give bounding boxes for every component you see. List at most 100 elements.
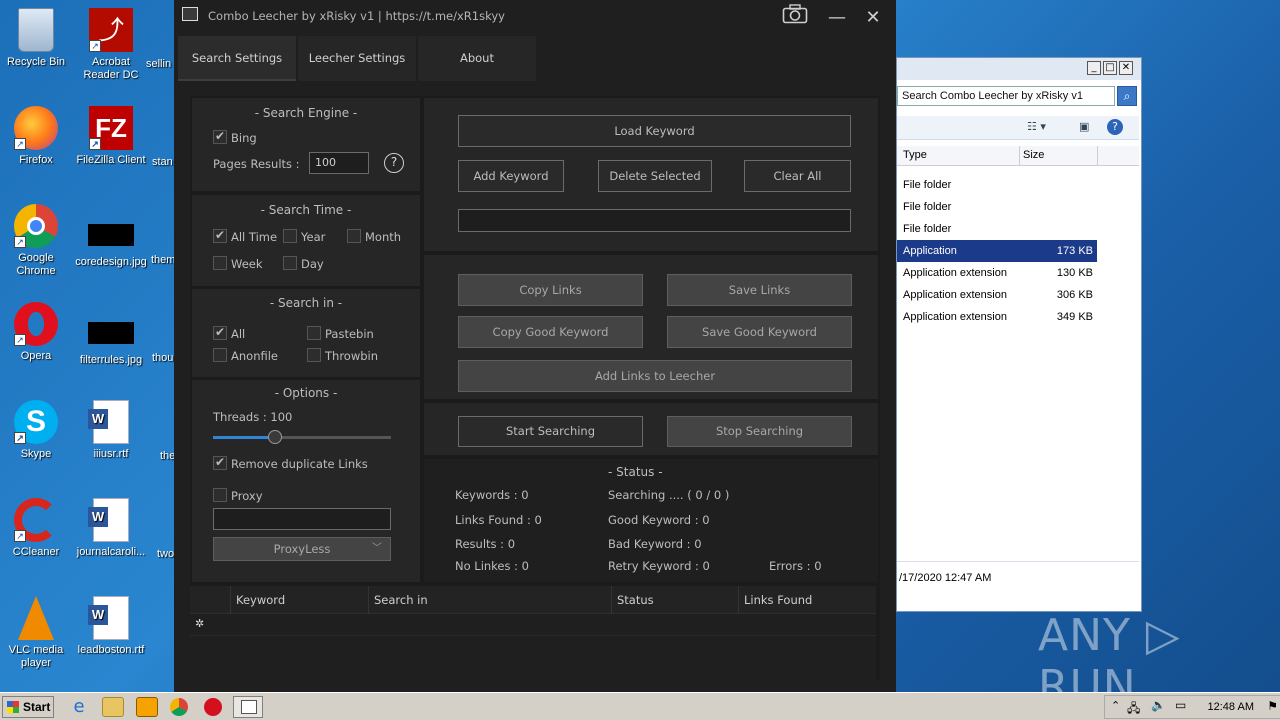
search-icon[interactable]: ⌕	[1117, 86, 1137, 106]
desktop-icon-label: Opera	[20, 350, 52, 362]
threads-slider[interactable]	[213, 430, 391, 446]
pastebin-checkbox[interactable]	[307, 326, 321, 340]
screenshot-camera-icon[interactable]	[780, 4, 810, 32]
minimize-button[interactable]: _	[1087, 61, 1101, 75]
remove-duplicate-checkbox[interactable]	[213, 455, 227, 470]
anonfile-checkbox[interactable]	[213, 348, 227, 362]
list-item[interactable]: File folder	[897, 174, 1097, 196]
combo-leecher-window[interactable]: Combo Leecher by xRisky v1 | https://t.m…	[174, 0, 896, 692]
desktop-icon-vlc[interactable]: VLC media player	[0, 596, 74, 670]
close-icon[interactable]: ✕	[858, 4, 888, 32]
desktop-icon-journalcaroli[interactable]: journalcaroli...	[73, 498, 149, 559]
proxy-type-dropdown[interactable]: ProxyLess ﹀	[213, 537, 391, 561]
keyword-input[interactable]	[458, 209, 851, 232]
opera-taskbar-icon[interactable]	[204, 698, 222, 716]
start-searching-button[interactable]: Start Searching	[458, 416, 643, 447]
threads-label: Threads : 100	[213, 410, 293, 424]
week-label: Week	[231, 257, 263, 271]
slider-fill	[213, 436, 276, 439]
desktop-icon-skype[interactable]: S ↗ Skype	[0, 400, 74, 461]
desktop-icon-label: Recycle Bin	[6, 56, 66, 68]
column-size[interactable]: Size	[1023, 149, 1044, 161]
desktop-icon-filezilla[interactable]: FZ ↗ FileZilla Client	[73, 106, 149, 167]
desktop-icon-recycle-bin[interactable]: Recycle Bin	[0, 8, 74, 69]
list-item-selected[interactable]: Application 173 KB	[897, 240, 1097, 262]
maximize-button[interactable]: □	[1103, 61, 1117, 75]
search-input[interactable]: Search Combo Leecher by xRisky v1	[897, 86, 1115, 106]
copy-links-button[interactable]: Copy Links	[458, 274, 643, 306]
proxy-checkbox[interactable]	[213, 488, 227, 502]
copy-good-keyword-button[interactable]: Copy Good Keyword	[458, 316, 643, 348]
search-engine-panel: - Search Engine - Bing Pages Results : 1…	[192, 98, 420, 191]
desktop-icon-leadboston[interactable]: leadboston.rtf	[73, 596, 149, 657]
chrome-taskbar-icon[interactable]	[170, 698, 188, 716]
column-header-links-found[interactable]: Links Found	[738, 586, 876, 614]
keyword-panel: Load Keyword Add Keyword Delete Selected…	[424, 98, 878, 251]
desktop-icon-label: FileZilla Client	[76, 154, 146, 166]
save-good-keyword-button[interactable]: Save Good Keyword	[667, 316, 852, 348]
column-header-search-in[interactable]: Search in	[368, 586, 611, 614]
throwbin-checkbox[interactable]	[307, 348, 321, 362]
start-button[interactable]: Start	[2, 696, 54, 718]
desktop-icon-opera[interactable]: ↗ Opera	[0, 302, 74, 363]
add-links-to-leecher-button[interactable]: Add Links to Leecher	[458, 360, 852, 392]
desktop-icon-acrobat[interactable]: ⤴ ↗ Acrobat Reader DC	[73, 8, 149, 82]
list-item[interactable]: Application extension 306 KB	[897, 284, 1097, 306]
results-table[interactable]: Keyword Search in Status Links Found ✲	[190, 586, 876, 680]
all-time-checkbox[interactable]	[213, 228, 227, 243]
column-type[interactable]: Type	[903, 149, 927, 161]
combo-leecher-taskbar-button[interactable]	[233, 696, 263, 718]
volume-icon[interactable]: 🔈	[1151, 698, 1166, 712]
desktop-icon-iiiusr[interactable]: iiiusr.rtf	[73, 400, 149, 461]
delete-selected-button[interactable]: Delete Selected	[598, 160, 712, 192]
tab-search-settings[interactable]: Search Settings	[178, 36, 296, 81]
desktop-icon-chrome[interactable]: ↗ Google Chrome	[0, 204, 74, 278]
clear-all-button[interactable]: Clear All	[744, 160, 851, 192]
bing-checkbox[interactable]	[213, 129, 227, 144]
month-label: Month	[365, 230, 402, 244]
minimize-icon[interactable]: —	[822, 4, 852, 32]
results-count: Results : 0	[455, 537, 516, 551]
stop-searching-button[interactable]: Stop Searching	[667, 416, 852, 447]
table-new-row[interactable]: ✲	[190, 614, 876, 636]
explorer-window[interactable]: _ □ ✕ Search Combo Leecher by xRisky v1 …	[896, 57, 1142, 612]
column-header-status[interactable]: Status	[611, 586, 738, 614]
file-explorer-icon[interactable]	[102, 697, 124, 717]
battery-icon[interactable]: ▭	[1175, 698, 1186, 712]
links-panel: Copy Links Save Links Copy Good Keyword …	[424, 255, 878, 399]
desktop-icon-label: filterrules.jpg	[79, 354, 143, 366]
list-item[interactable]: File folder	[897, 196, 1097, 218]
add-keyword-button[interactable]: Add Keyword	[458, 160, 564, 192]
tab-about[interactable]: About	[418, 36, 536, 81]
help-icon[interactable]: ?	[1107, 119, 1123, 135]
year-checkbox[interactable]	[283, 229, 297, 243]
all-checkbox[interactable]	[213, 325, 227, 340]
day-checkbox[interactable]	[283, 256, 297, 270]
network-icon[interactable]: 🖧	[1127, 699, 1140, 720]
action-center-flag-icon[interactable]: ⚑	[1267, 699, 1278, 713]
internet-explorer-icon[interactable]: e	[68, 697, 90, 717]
media-player-icon[interactable]	[136, 697, 158, 717]
show-hidden-icons[interactable]: ⌃	[1111, 699, 1120, 712]
list-item[interactable]: File folder	[897, 218, 1097, 240]
list-item[interactable]: Application extension 349 KB	[897, 306, 1097, 328]
desktop-icon-ccleaner[interactable]: ↗ CCleaner	[0, 498, 74, 559]
slider-thumb[interactable]	[268, 430, 283, 444]
desktop-icon-coredesign[interactable]: coredesign.jpg	[73, 212, 149, 269]
preview-pane-icon[interactable]: ▣	[1079, 120, 1089, 133]
save-links-button[interactable]: Save Links	[667, 274, 852, 306]
pages-results-input[interactable]: 100	[309, 152, 369, 174]
tab-leecher-settings[interactable]: Leecher Settings	[298, 36, 416, 81]
column-header-keyword[interactable]: Keyword	[230, 586, 368, 614]
load-keyword-button[interactable]: Load Keyword	[458, 115, 851, 147]
view-options-icon[interactable]: ☷ ▾	[1027, 120, 1046, 133]
proxy-input[interactable]	[213, 508, 391, 530]
close-button[interactable]: ✕	[1119, 61, 1133, 75]
help-icon[interactable]: ?	[384, 153, 404, 173]
week-checkbox[interactable]	[213, 256, 227, 270]
desktop-icon-filterrules[interactable]: filterrules.jpg	[73, 310, 149, 367]
options-panel: - Options - Threads : 100 Remove duplica…	[192, 380, 420, 582]
list-item[interactable]: Application extension 130 KB	[897, 262, 1097, 284]
desktop-icon-firefox[interactable]: ↗ Firefox	[0, 106, 74, 167]
month-checkbox[interactable]	[347, 229, 361, 243]
